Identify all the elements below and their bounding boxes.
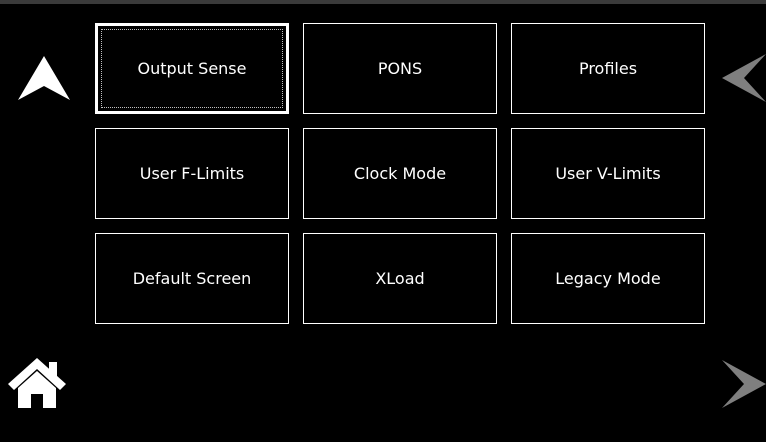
pons-button[interactable]: PONS — [303, 23, 497, 114]
up-button[interactable] — [16, 54, 72, 102]
home-icon — [8, 358, 66, 408]
previous-page-button[interactable] — [722, 54, 766, 102]
output-sense-button[interactable]: Output Sense — [95, 23, 289, 114]
user-f-limits-button[interactable]: User F-Limits — [95, 128, 289, 219]
default-screen-button[interactable]: Default Screen — [95, 233, 289, 324]
chevron-right-icon — [722, 360, 766, 408]
menu-grid: Output Sense PONS Profiles User F-Limits… — [95, 23, 706, 324]
next-page-button[interactable] — [722, 360, 766, 408]
profiles-button[interactable]: Profiles — [511, 23, 705, 114]
home-button[interactable] — [6, 356, 68, 410]
xload-button[interactable]: XLoad — [303, 233, 497, 324]
settings-screen: Output Sense PONS Profiles User F-Limits… — [0, 4, 766, 442]
user-v-limits-button[interactable]: User V-Limits — [511, 128, 705, 219]
clock-mode-button[interactable]: Clock Mode — [303, 128, 497, 219]
arrow-up-icon — [18, 56, 70, 100]
legacy-mode-button[interactable]: Legacy Mode — [511, 233, 705, 324]
chevron-left-icon — [722, 54, 766, 102]
